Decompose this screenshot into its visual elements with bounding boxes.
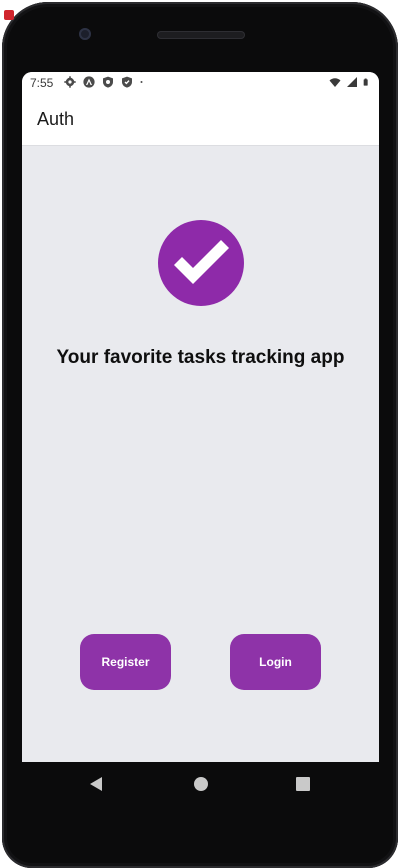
page-title: Auth [37, 109, 75, 129]
device-frame: 7:55 Auth Your favorite tasks tracking a… [0, 0, 400, 868]
app-logo [158, 220, 244, 306]
status-time: 7:55 [30, 76, 54, 90]
shield-icon [103, 76, 113, 88]
system-navigation-bar [22, 762, 379, 806]
notification-icons [64, 76, 146, 88]
front-camera [79, 28, 91, 40]
gear-icon [64, 76, 76, 88]
status-bar: 7:55 [22, 72, 379, 94]
register-button[interactable]: Register [80, 634, 171, 690]
android-auto-icon [83, 76, 95, 88]
wifi-icon [329, 78, 341, 87]
shield-icon [122, 76, 132, 88]
app-screen: 7:55 Auth Your favorite tasks tracking a… [22, 72, 379, 762]
dot-icon [140, 81, 143, 83]
system-icons [329, 76, 371, 88]
home-button[interactable] [179, 762, 223, 806]
login-button[interactable]: Login [230, 634, 321, 690]
earpiece-speaker [157, 31, 245, 39]
app-tagline: Your favorite tasks tracking app [56, 347, 345, 368]
recents-icon [296, 777, 310, 791]
app-bar: Auth [22, 94, 379, 146]
signal-icon [347, 77, 357, 87]
home-icon [194, 777, 208, 791]
recents-button[interactable] [281, 762, 325, 806]
back-icon [90, 777, 102, 791]
window-close-indicator [4, 10, 14, 20]
battery-icon [363, 78, 368, 86]
check-circle-icon [174, 240, 229, 284]
back-button[interactable] [74, 762, 118, 806]
